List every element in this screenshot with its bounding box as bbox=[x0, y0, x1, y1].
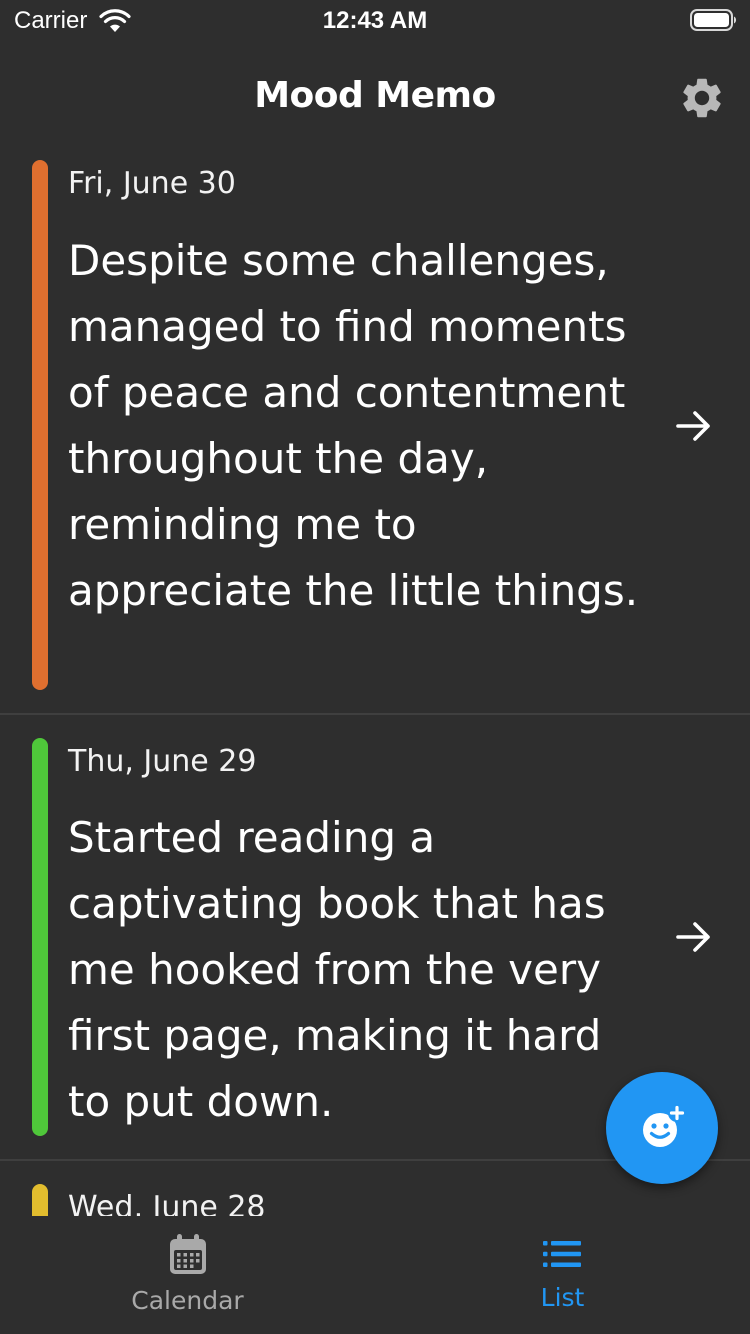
status-bar: Carrier 12:43 AM bbox=[0, 0, 750, 44]
app-bar: Mood Memo bbox=[0, 44, 750, 150]
add-mood-icon bbox=[643, 1104, 686, 1147]
status-time: 12:43 AM bbox=[322, 7, 428, 34]
nav-label-calendar: Calendar bbox=[131, 1286, 244, 1315]
entry-date: Thu, June 29 bbox=[68, 744, 257, 779]
nav-item-calendar[interactable]: Calendar bbox=[0, 1216, 375, 1334]
entry-text: Started reading a captivating book that … bbox=[68, 813, 606, 1126]
mood-indicator bbox=[32, 738, 48, 1136]
list-icon bbox=[543, 1241, 581, 1267]
battery-icon bbox=[690, 9, 737, 31]
entry-text: Despite some challenges, managed to find… bbox=[68, 236, 639, 615]
bottom-navigation: Calendar List bbox=[0, 1216, 750, 1334]
list-item[interactable]: Fri, June 30 Despite some challenges, ma… bbox=[0, 148, 750, 714]
mood-indicator bbox=[32, 1184, 48, 1216]
entry-list[interactable]: Fri, June 30 Despite some challenges, ma… bbox=[0, 148, 750, 1216]
nav-item-list[interactable]: List bbox=[375, 1216, 750, 1334]
mood-indicator bbox=[32, 160, 48, 690]
arrow-right-icon bbox=[676, 411, 710, 441]
open-entry-button[interactable] bbox=[672, 915, 716, 959]
entry-date: Fri, June 30 bbox=[68, 166, 236, 201]
calendar-icon bbox=[170, 1234, 206, 1274]
open-entry-button[interactable] bbox=[672, 404, 716, 448]
arrow-right-icon bbox=[676, 922, 710, 952]
page-title: Mood Memo bbox=[254, 75, 496, 116]
gear-icon bbox=[683, 78, 721, 118]
entry-date: Wed, June 28 bbox=[68, 1190, 266, 1216]
add-mood-button[interactable] bbox=[606, 1072, 718, 1184]
nav-label-list: List bbox=[540, 1283, 585, 1312]
settings-button[interactable] bbox=[678, 74, 726, 122]
